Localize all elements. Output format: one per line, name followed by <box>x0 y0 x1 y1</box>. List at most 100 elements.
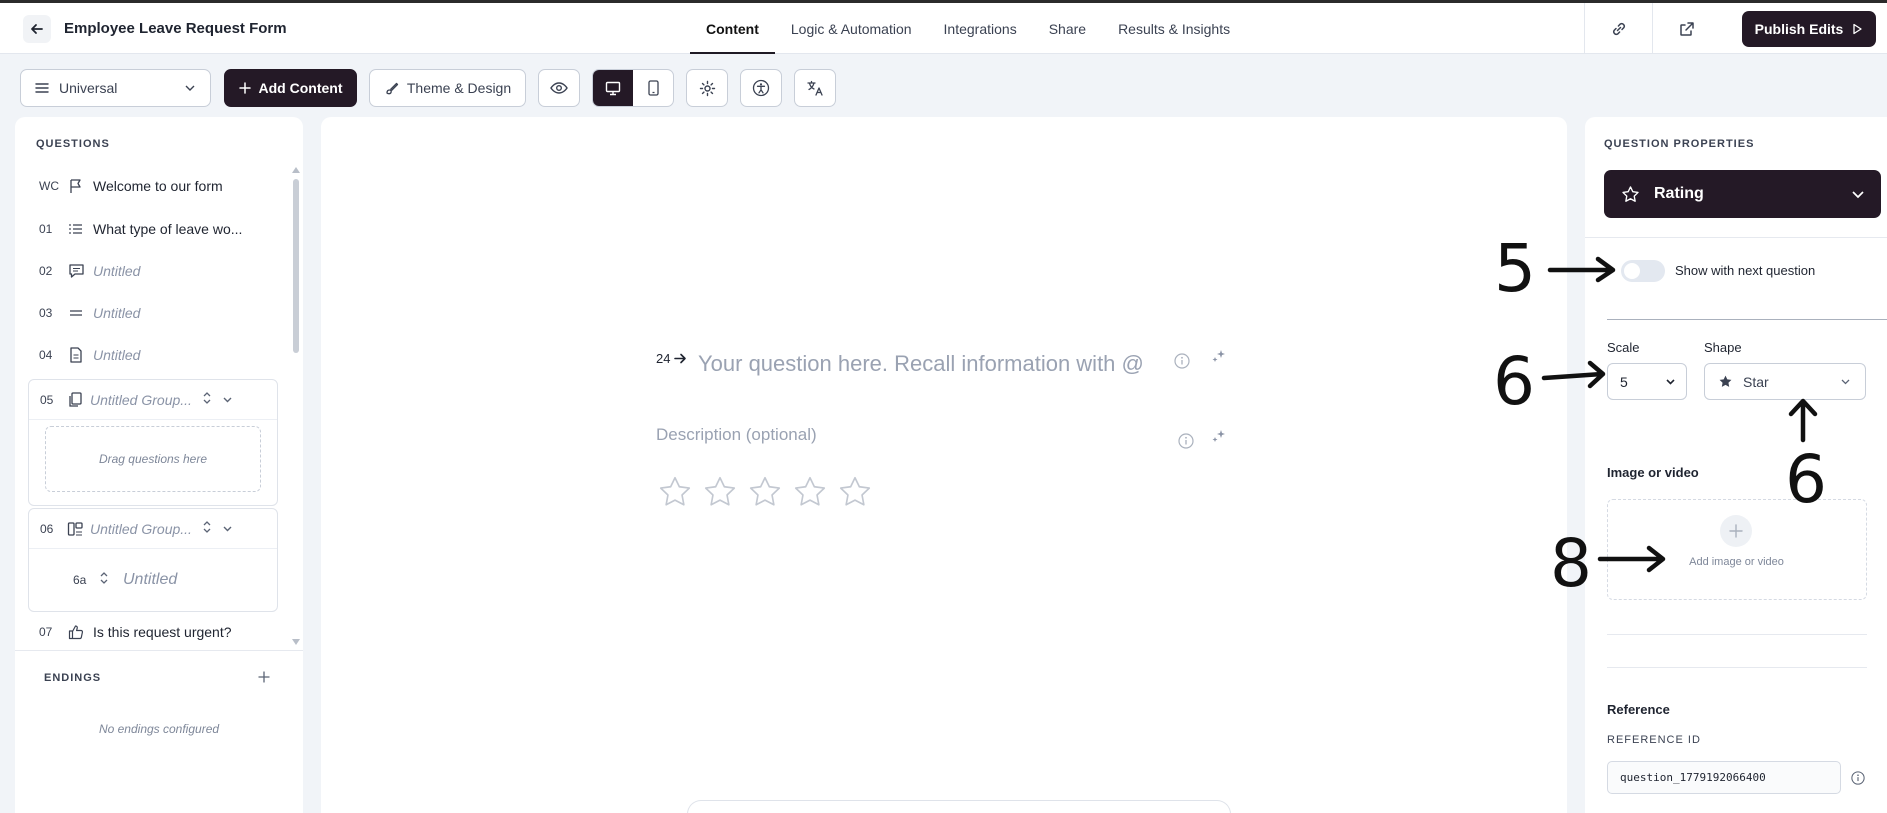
shape-select[interactable]: Star <box>1704 363 1866 400</box>
question-label: Welcome to our form <box>93 178 223 194</box>
add-content-label: Add Content <box>258 80 343 96</box>
add-content-button[interactable]: Add Content <box>224 69 357 107</box>
tab-results-insights[interactable]: Results & Insights <box>1102 3 1246 54</box>
layout-icon <box>64 520 86 538</box>
accessibility-button[interactable] <box>740 69 782 107</box>
view-select-value: Universal <box>59 80 118 96</box>
scale-value: 5 <box>1620 373 1628 390</box>
chevron-down-icon[interactable] <box>222 521 233 537</box>
settings-button[interactable] <box>686 69 728 107</box>
reorder-icon[interactable] <box>99 571 109 590</box>
annotation-arrow <box>1788 398 1818 443</box>
link-icon <box>1612 22 1625 35</box>
reference-id-input[interactable]: question_1779192066400 <box>1607 761 1841 794</box>
question-item-03[interactable]: 03 Untitled <box>15 294 287 332</box>
question-number: 05 <box>40 392 54 407</box>
desktop-view-button[interactable] <box>593 70 633 106</box>
question-item-04[interactable]: 04 Untitled <box>15 336 287 374</box>
question-title-input[interactable]: Your question here. Recall information w… <box>698 345 1168 382</box>
question-label: Untitled <box>93 305 141 321</box>
group-drop-zone[interactable]: Drag questions here <box>45 426 261 492</box>
questions-scrollbar[interactable] <box>292 167 300 645</box>
group-header[interactable]: 06 Untitled Group... <box>29 509 277 549</box>
back-button[interactable] <box>23 15 51 43</box>
tab-content[interactable]: Content <box>690 3 775 54</box>
annotation-label: 5 <box>1494 230 1536 307</box>
external-link-icon <box>1679 21 1694 36</box>
main-nav: Content Logic & Automation Integrations … <box>690 3 1246 54</box>
tab-integrations[interactable]: Integrations <box>928 3 1033 54</box>
open-external-button[interactable] <box>1652 3 1720 54</box>
questions-title: QUESTIONS <box>36 138 110 150</box>
brush-icon <box>386 82 399 94</box>
rating-star-icon[interactable] <box>747 474 783 510</box>
add-media-button[interactable] <box>1720 515 1752 547</box>
mobile-view-button[interactable] <box>633 70 673 106</box>
star-filled-icon <box>1719 375 1732 387</box>
question-item-02[interactable]: 02 Untitled <box>15 252 287 290</box>
show-with-next-toggle[interactable] <box>1621 260 1665 282</box>
scale-label: Scale <box>1607 340 1640 355</box>
rating-star-icon[interactable] <box>792 474 828 510</box>
question-item-01[interactable]: 01 What type of leave wo... <box>15 210 287 248</box>
publish-edits-button[interactable]: Publish Edits <box>1742 11 1876 47</box>
theme-design-button[interactable]: Theme & Design <box>369 69 526 107</box>
add-ending-icon[interactable] <box>258 671 270 683</box>
question-type-select[interactable]: Rating <box>1604 170 1881 218</box>
form-title: Employee Leave Request Form <box>64 20 287 37</box>
question-label: Untitled <box>123 571 178 588</box>
reorder-icon[interactable] <box>202 391 212 408</box>
question-number: 04 <box>39 348 53 362</box>
group-header[interactable]: 05 Untitled Group... <box>29 380 277 420</box>
scroll-up-icon[interactable] <box>292 167 300 173</box>
menu-icon <box>35 83 49 93</box>
info-icon[interactable] <box>1851 771 1865 785</box>
scale-select[interactable]: 5 <box>1607 363 1687 400</box>
chevron-down-icon <box>1666 379 1675 385</box>
question-item-wc[interactable]: WC Welcome to our form <box>15 167 287 205</box>
divider <box>1607 667 1867 668</box>
annotation-label: 6 <box>1785 441 1827 518</box>
question-index: 24 <box>656 351 687 366</box>
properties-title: QUESTION PROPERTIES <box>1604 138 1755 150</box>
theme-label: Theme & Design <box>406 80 512 96</box>
question-group-06: 06 Untitled Group... 6a Untitled <box>28 508 278 612</box>
question-label: Untitled Group... <box>90 391 192 408</box>
reorder-icon[interactable] <box>202 520 212 537</box>
question-item-07[interactable]: 07 Is this request urgent? <box>15 613 287 651</box>
rating-star-icon[interactable] <box>657 474 693 510</box>
copy-link-button[interactable] <box>1584 3 1652 54</box>
preview-button[interactable] <box>538 69 580 107</box>
scroll-down-icon[interactable] <box>292 639 300 645</box>
thumbs-up-icon <box>65 623 87 641</box>
translate-button[interactable] <box>794 69 836 107</box>
rating-stars <box>657 474 873 510</box>
endings-title: ENDINGS <box>44 672 102 684</box>
view-select[interactable]: Universal <box>20 69 211 107</box>
divider <box>1607 634 1867 635</box>
info-icon[interactable] <box>1178 433 1194 449</box>
shape-value: Star <box>1743 373 1769 390</box>
question-item-6a[interactable]: 6a Untitled <box>29 549 277 611</box>
sparkle-icon[interactable] <box>1211 428 1227 444</box>
accessibility-icon <box>752 79 770 97</box>
reference-title: Reference <box>1607 702 1670 717</box>
annotation-arrow <box>1547 256 1616 283</box>
rating-star-icon[interactable] <box>837 474 873 510</box>
question-description-input[interactable]: Description (optional) <box>656 425 817 445</box>
annotation-label: 8 <box>1550 525 1592 602</box>
divider <box>15 650 303 651</box>
scroll-thumb[interactable] <box>293 179 299 353</box>
info-icon[interactable] <box>1174 353 1190 369</box>
tab-logic-automation[interactable]: Logic & Automation <box>775 3 928 54</box>
question-label: What type of leave wo... <box>93 221 243 237</box>
form-canvas: 24 Your question here. Recall informatio… <box>321 117 1567 813</box>
tab-share[interactable]: Share <box>1033 3 1102 54</box>
media-label: Image or video <box>1607 465 1699 480</box>
annotation-arrow <box>1597 545 1666 573</box>
chevron-down-icon[interactable] <box>222 392 233 408</box>
rating-star-icon[interactable] <box>702 474 738 510</box>
document-icon <box>65 346 87 364</box>
sparkle-icon[interactable] <box>1211 348 1227 364</box>
properties-panel: QUESTION PROPERTIES Rating Show with nex… <box>1585 117 1887 813</box>
